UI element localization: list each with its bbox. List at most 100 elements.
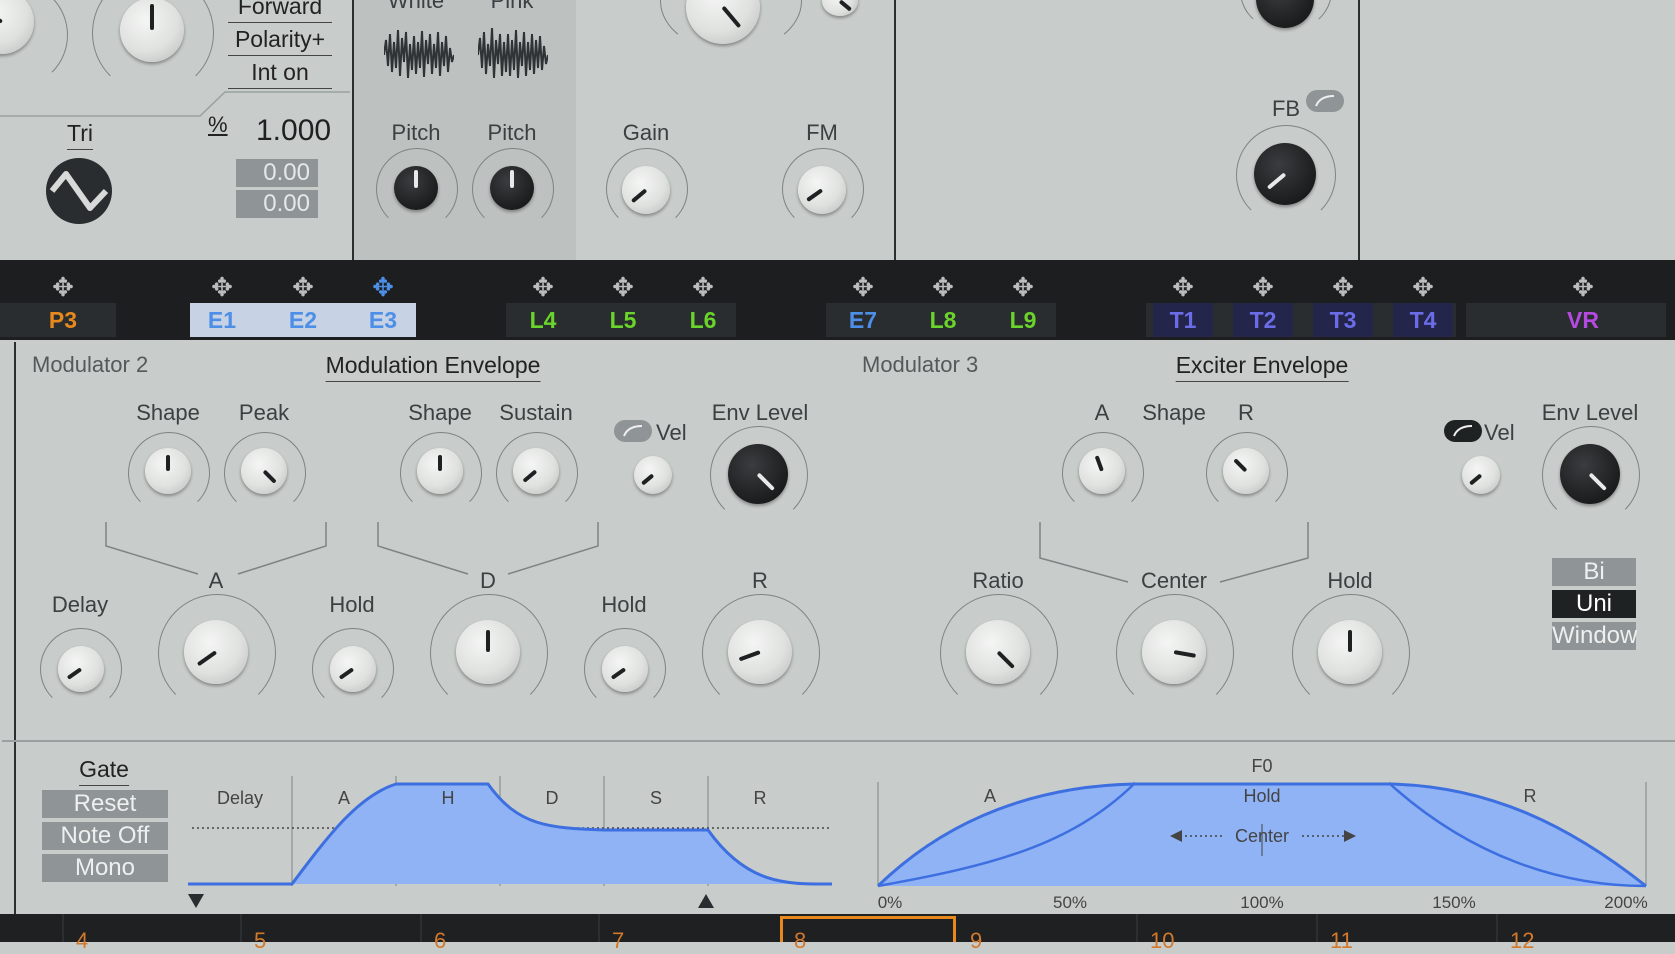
move-icon[interactable]: ✥	[292, 272, 314, 303]
move-icon[interactable]: ✥	[1252, 272, 1274, 303]
slot-11[interactable]: 11	[1330, 928, 1353, 954]
reset-button[interactable]: Reset	[42, 790, 168, 818]
velocity-toggle[interactable]	[1444, 420, 1482, 442]
slot-10[interactable]: 10	[1150, 928, 1174, 954]
ratio-knob[interactable]	[966, 620, 1030, 684]
sustain-knob[interactable]	[513, 448, 559, 494]
exciter-envelope-title[interactable]: Exciter Envelope	[1175, 352, 1349, 382]
mod-tag-l9[interactable]: L9	[998, 303, 1048, 337]
center-label: Center	[1140, 568, 1208, 593]
move-icon[interactable]: ✥	[1572, 272, 1594, 303]
offset-1-field[interactable]: 0.00	[236, 159, 318, 187]
mod-tag-e7[interactable]: E7	[838, 303, 888, 337]
velocity-toggle[interactable]	[614, 420, 652, 442]
gain-knob[interactable]	[622, 166, 670, 214]
hold-knob-2[interactable]	[602, 646, 648, 692]
center-knob[interactable]	[1142, 620, 1206, 684]
release-knob[interactable]	[728, 620, 792, 684]
mod-tag-t3[interactable]: T3	[1313, 303, 1373, 337]
slot-4[interactable]: 4	[76, 928, 88, 954]
loop-end-marker-icon[interactable]	[698, 894, 714, 908]
decay-knob[interactable]	[456, 620, 520, 684]
mod-tag-l8[interactable]: L8	[918, 303, 968, 337]
fm-knob[interactable]	[798, 166, 846, 214]
shape-label: Shape	[1142, 400, 1206, 425]
modulation-envelope-graph[interactable]: Delay A H D S R	[188, 766, 838, 914]
move-icon[interactable]: ✥	[1012, 272, 1034, 303]
mod-tag-p3[interactable]: P3	[38, 303, 88, 337]
slot-separator	[240, 914, 242, 942]
attack-knob[interactable]	[184, 620, 248, 684]
polarity-block[interactable]: Forward Polarity+ Int on	[228, 0, 332, 89]
hold-knob-1[interactable]	[330, 646, 376, 692]
slot-9[interactable]: 9	[970, 928, 982, 954]
triangle-wave-icon[interactable]	[46, 158, 112, 224]
move-icon[interactable]: ✥	[852, 272, 874, 303]
offset-2-field[interactable]: 0.00	[236, 190, 318, 218]
mod-tag-e2[interactable]: E2	[278, 303, 328, 337]
modulation-envelope-title[interactable]: Modulation Envelope	[325, 352, 541, 382]
move-icon[interactable]: ✥	[692, 272, 714, 303]
decay-shape-knob[interactable]	[417, 448, 463, 494]
velocity-knob[interactable]	[634, 456, 672, 494]
loop-start-marker-icon[interactable]	[188, 894, 204, 908]
pitch-label-2: Pitch	[487, 120, 537, 145]
percent-toggle[interactable]: %	[208, 112, 228, 138]
polarity-line-1: Forward	[228, 0, 332, 23]
slot-separator	[62, 914, 64, 942]
mod-tag-l4[interactable]: L4	[518, 303, 568, 337]
graph-label-delay: Delay	[217, 788, 263, 808]
slot-12[interactable]: 12	[1510, 928, 1534, 954]
move-icon[interactable]: ✥	[372, 272, 394, 303]
move-icon[interactable]: ✥	[1412, 272, 1434, 303]
delay-knob[interactable]	[58, 646, 104, 692]
mod-tag-e3[interactable]: E3	[358, 303, 408, 337]
rate-value[interactable]: 1.000	[256, 114, 331, 148]
move-icon[interactable]: ✥	[1332, 272, 1354, 303]
mod-tag-t2[interactable]: T2	[1233, 303, 1293, 337]
mod-tag-e1[interactable]: E1	[197, 303, 247, 337]
move-icon[interactable]: ✥	[532, 272, 554, 303]
env-level-knob[interactable]	[728, 444, 788, 504]
release-knob[interactable]	[1223, 448, 1269, 494]
mode-window-button[interactable]: Window	[1552, 622, 1637, 650]
filter-small-knob[interactable]	[822, 0, 858, 16]
mod-tag-t1[interactable]: T1	[1153, 303, 1213, 337]
exciter-envelope-graph[interactable]: F0 A Hold R Center 0% 50% 100% 150% 200%	[870, 746, 1660, 914]
hold-knob[interactable]	[1318, 620, 1382, 684]
velocity-knob[interactable]	[1462, 456, 1500, 494]
mod-tag-l5[interactable]: L5	[598, 303, 648, 337]
fb-knob[interactable]	[1254, 143, 1316, 205]
fb-mod-toggle[interactable]	[1306, 90, 1344, 112]
graph-label-h: H	[442, 788, 455, 808]
attack-knob[interactable]	[1079, 448, 1125, 494]
mod-tag-l6[interactable]: L6	[678, 303, 728, 337]
mode-bi-button[interactable]: Bi	[1552, 558, 1636, 586]
wave-label[interactable]: Tri	[67, 120, 93, 150]
x-tick-100: 100%	[1240, 893, 1283, 912]
env-level-knob[interactable]	[1560, 444, 1620, 504]
fm-label: FM	[806, 120, 838, 145]
mod-tag-vr[interactable]: VR	[1558, 303, 1608, 337]
mode-uni-button[interactable]: Uni	[1552, 590, 1636, 618]
move-icon[interactable]: ✥	[211, 272, 233, 303]
empty-panel	[894, 0, 1216, 260]
white-pitch-knob[interactable]	[394, 166, 438, 210]
pink-pitch-knob[interactable]	[490, 166, 534, 210]
slot-8-selected[interactable]	[780, 916, 956, 942]
hold-label: Hold	[1327, 568, 1373, 593]
move-icon[interactable]: ✥	[612, 272, 634, 303]
mono-button[interactable]: Mono	[42, 854, 168, 882]
note-off-button[interactable]: Note Off	[42, 822, 168, 850]
attack-shape-knob[interactable]	[145, 448, 191, 494]
slot-6[interactable]: 6	[434, 928, 446, 954]
slot-5[interactable]: 5	[254, 928, 266, 954]
move-icon[interactable]: ✥	[932, 272, 954, 303]
graph-label-s: S	[650, 788, 662, 808]
move-icon[interactable]: ✥	[1172, 272, 1194, 303]
mod-tag-t4[interactable]: T4	[1393, 303, 1453, 337]
slot-7[interactable]: 7	[612, 928, 624, 954]
move-icon[interactable]: ✥	[52, 272, 74, 303]
peak-knob[interactable]	[241, 448, 287, 494]
slot-8[interactable]: 8	[794, 928, 806, 954]
